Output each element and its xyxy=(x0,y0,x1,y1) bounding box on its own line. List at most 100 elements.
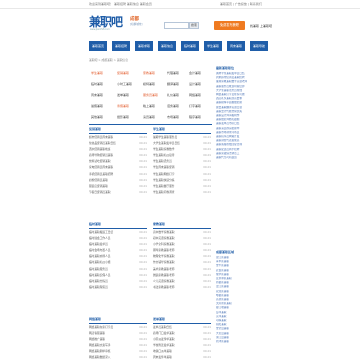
category-link[interactable]: 促销兼职 xyxy=(117,71,129,75)
topbar-right-links[interactable]: 兼职首页 | 广告投放 | 联系我们 xyxy=(220,2,262,6)
job-title[interactable]: 酒水促销兼职晚班 xyxy=(89,147,133,151)
job-title[interactable]: 商场门口发单兼职 xyxy=(153,331,197,335)
job-title[interactable]: 地铁口派单兼职 xyxy=(153,349,197,353)
job-title[interactable]: 高中数学家教兼职 xyxy=(153,230,197,234)
job-title[interactable]: 学生兼职快递分拣 xyxy=(153,178,197,182)
side-item[interactable]: 新津区兼职 xyxy=(216,340,272,344)
section-title[interactable]: 网络兼职 xyxy=(89,317,147,324)
category-link[interactable]: 暑假兼职 xyxy=(91,104,103,108)
job-title[interactable]: 学生兼职餐厅服务 xyxy=(153,184,197,188)
category-link[interactable]: 话务兼职 xyxy=(167,104,179,108)
section-title[interactable]: 发单兼职 xyxy=(153,317,211,324)
job-title[interactable]: 物理化学家教兼职 xyxy=(153,254,197,258)
job-title[interactable]: 节假日促销员兼职 xyxy=(89,190,133,194)
category-link[interactable]: 模特兼职 xyxy=(143,82,155,86)
nav-tab[interactable]: 兼职导航 xyxy=(250,41,268,51)
category-link[interactable]: 小时工兼职 xyxy=(117,82,132,86)
category-link[interactable]: 周末兼职 xyxy=(91,93,103,97)
section-title[interactable]: 学生兼职 xyxy=(153,127,211,134)
job-title[interactable]: 手机促销员兼职招聘 xyxy=(89,172,133,176)
job-title[interactable]: 临时兼职搬运工日结 xyxy=(89,230,133,234)
category-link[interactable]: 网络兼职 xyxy=(189,93,201,97)
job-title[interactable]: 作文辅导家教兼职 xyxy=(153,260,197,264)
job-title[interactable]: 临时兼职发单员 xyxy=(89,242,133,246)
job-title[interactable]: 少儿英语家教兼职 xyxy=(153,279,197,283)
site-logo[interactable]: 兼职吧 www.jianzhi8.com xyxy=(89,15,127,31)
job-row[interactable]: 节假日促销员兼职 09-01 xyxy=(89,189,147,195)
job-title[interactable]: 学生兼职礼仪接待 xyxy=(153,153,197,157)
job-title[interactable]: 家电促销员周末兼职 xyxy=(89,165,133,169)
job-title[interactable]: 超市促销员周末兼职 xyxy=(89,135,133,139)
job-title[interactable]: 临时会场布置人员 xyxy=(89,248,133,252)
topbar-left-links[interactable]: 欢迎来到兼职吧！ 兼职招聘 兼职信息 兼职会员 xyxy=(89,2,152,6)
job-title[interactable]: 发单员兼职日结 xyxy=(153,325,197,329)
job-title[interactable]: 学生兼职问卷调查 xyxy=(153,190,197,194)
job-title[interactable]: 学生兼职家教数学 xyxy=(153,147,197,151)
category-link[interactable]: 晚上兼职 xyxy=(143,104,155,108)
post-job-button[interactable]: 免费发布兼职 xyxy=(214,21,245,30)
job-title[interactable]: 舞蹈家教兼职老师 xyxy=(153,273,197,277)
city-switch-link[interactable]: [切换城市] xyxy=(130,22,142,26)
job-title[interactable]: 网络兼职数据录入 xyxy=(89,355,133,359)
category-link[interactable]: 演员兼职 xyxy=(143,115,155,119)
nav-tab[interactable]: 学生兼职 xyxy=(204,41,222,51)
search-input[interactable] xyxy=(164,22,189,29)
nav-tab[interactable]: 临时兼职 xyxy=(181,41,199,51)
job-title[interactable]: 化妆品促销员兼职日结 xyxy=(89,141,133,145)
category-link[interactable]: 打字兼职 xyxy=(189,104,201,108)
job-title[interactable]: 奶粉促销员兼职 xyxy=(89,178,133,182)
category-link[interactable]: 其他兼职 xyxy=(91,115,103,119)
category-link[interactable]: 市场兼职 xyxy=(167,115,179,119)
section-title[interactable]: 促销兼职 xyxy=(89,127,147,134)
section-title[interactable]: 家教兼职 xyxy=(153,222,211,229)
job-title[interactable]: 学生兼职网络打字 xyxy=(153,172,197,176)
job-title[interactable]: 学生周末兼职促销 xyxy=(153,165,197,169)
job-title[interactable]: 网络兼职在家打字员 xyxy=(89,325,133,329)
job-title[interactable]: 网络兼职刷单审核 xyxy=(89,349,133,353)
job-title[interactable]: 临时兼职理货员 xyxy=(89,285,133,289)
category-link[interactable]: 服务员兼职 xyxy=(143,93,158,97)
job-title[interactable]: 小学全科家教兼职 xyxy=(153,242,197,246)
job-row[interactable]: 临时兼职理货员 09-01 xyxy=(89,284,147,290)
job-title[interactable]: 书法家教兼职老师 xyxy=(153,285,197,289)
job-title[interactable]: 大学生兼职发单员日结 xyxy=(153,141,197,145)
job-title[interactable]: 小区派发传单兼职 xyxy=(153,337,197,341)
nav-tab[interactable]: 兼职求职 xyxy=(135,41,153,51)
job-title[interactable]: 饮料试吃促销兼职 xyxy=(89,159,133,163)
job-title[interactable]: 网络推广兼职 xyxy=(89,337,133,341)
category-link[interactable]: 翻译兼职 xyxy=(167,82,179,86)
job-title[interactable]: 临时兼职安保人员 xyxy=(89,273,133,277)
category-link[interactable]: 临时兼职 xyxy=(91,82,103,86)
job-title[interactable]: 临时兼职礼仪小姐 xyxy=(89,260,133,264)
job-title[interactable]: 临时兼职分拣员 xyxy=(89,279,133,283)
search-button[interactable]: 搜索 xyxy=(189,22,199,29)
job-title[interactable]: 商场导购促销员兼职 xyxy=(89,153,133,157)
job-title[interactable]: 临时兼职服务员 xyxy=(89,267,133,271)
job-title[interactable]: 美术家教兼职老师 xyxy=(153,267,197,271)
job-title[interactable]: 暑期学生兼职服务员 xyxy=(153,135,197,139)
job-title[interactable]: 周末发传单兼职 xyxy=(153,355,197,359)
breadcrumb[interactable]: 兼职吧 > 成都兼职 > 兼职信息 xyxy=(89,58,128,62)
category-link[interactable]: 代理兼职 xyxy=(167,71,179,75)
category-link[interactable]: 会计兼职 xyxy=(189,71,201,75)
nav-tab[interactable]: 兼职招聘 xyxy=(112,41,130,51)
job-row[interactable]: 书法家教兼职老师 09-01 xyxy=(153,284,211,290)
nav-tab[interactable]: 兼职信息 xyxy=(158,41,176,51)
category-link[interactable]: 发单兼职 xyxy=(117,93,129,97)
category-link[interactable]: 礼仪兼职 xyxy=(167,93,179,97)
job-title[interactable]: 临时展会工作人员 xyxy=(89,236,133,240)
category-link[interactable]: 寒假兼职 xyxy=(117,104,129,108)
job-title[interactable]: 学校附近发单兼职 xyxy=(153,343,197,347)
job-title[interactable]: 临时兼职充场人员 xyxy=(89,254,133,258)
category-link[interactable]: 程序兼职 xyxy=(189,115,201,119)
job-title[interactable]: 网络兼职文案写手 xyxy=(89,343,133,347)
category-link[interactable]: 学生兼职 xyxy=(91,71,103,75)
category-link[interactable]: 摄影兼职 xyxy=(117,115,129,119)
job-row[interactable]: 学生兼职问卷调查 09-01 xyxy=(153,189,211,195)
job-title[interactable]: 服装店促销兼职 xyxy=(89,184,133,188)
job-title[interactable]: 网店客服兼职 xyxy=(89,331,133,335)
category-link[interactable]: 设计兼职 xyxy=(189,82,201,86)
job-title[interactable]: 学生兼职话务员 xyxy=(153,159,197,163)
nav-tab[interactable]: 周末兼职 xyxy=(227,41,245,51)
job-title[interactable]: 初中英语家教兼职 xyxy=(153,236,197,240)
